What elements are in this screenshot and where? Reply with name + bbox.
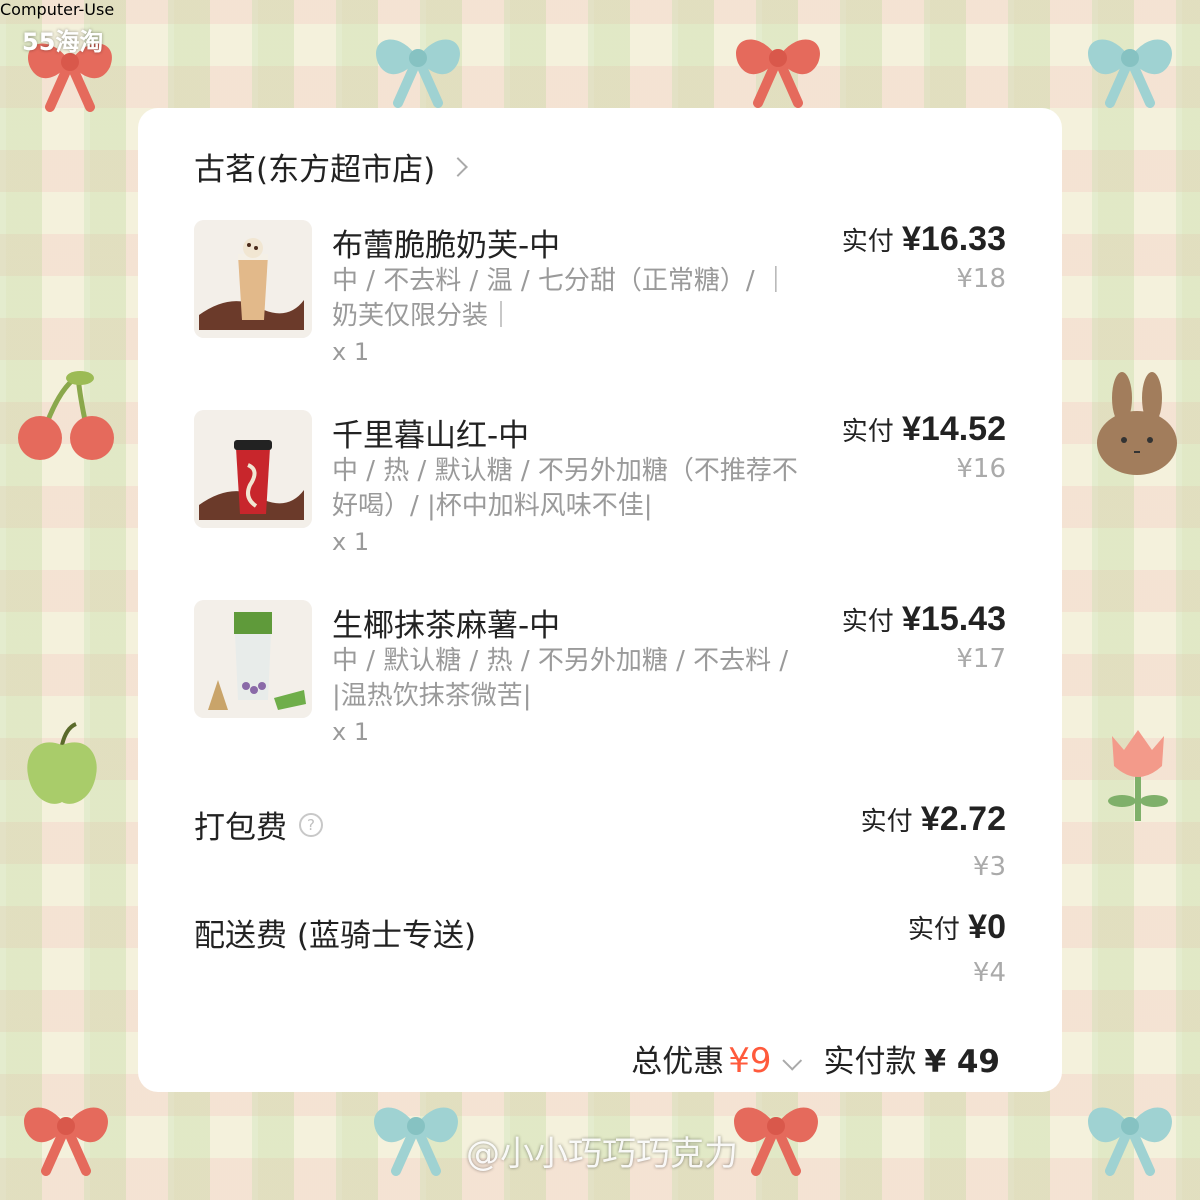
blue-bow-icon [376,39,460,108]
paid-amount: 实付 ¥2.72 [861,800,1006,839]
shop-header[interactable]: 古茗(东方超市店) [194,144,469,189]
site-watermark: 55海淘 [22,28,104,56]
order-item[interactable]: 千里暮山红-中 中 / 热 / 默认糖 / 不另外加糖（不推荐不好喝）/ |杯中… [194,410,1006,580]
discount-value: ¥9 [728,1041,772,1081]
product-name: 生椰抹茶麻薯-中 [332,608,561,644]
order-item[interactable]: 生椰抹茶麻薯-中 中 / 默认糖 / 热 / 不另外加糖 / 不去料 / |温热… [194,600,1006,770]
paid-amount: 实付 ¥15.43 [842,600,1006,639]
order-card: 古茗(东方超市店) 布蕾脆脆奶芙-中 中 / 不去料 / 温 / 七分甜（正常糖… [138,108,1062,1092]
shop-name: 古茗(东方超市店) [194,152,436,188]
order-total: 总优惠 ¥9 实付款 ¥ 49 [631,1036,1000,1081]
blue-bow-icon [1088,1107,1172,1176]
fee-label: 配送费 (蓝骑士专送) [194,918,477,954]
paid-label: 实付 [841,417,894,447]
original-price: ¥17 [956,644,1006,674]
original-price: ¥3 [972,852,1006,882]
pay-value: ¥ 49 [924,1044,1000,1080]
product-image [194,220,312,338]
red-bow-icon [24,1107,108,1176]
red-bow-icon [736,39,820,108]
paid-value: ¥14.52 [902,410,1006,448]
apple-icon [27,722,97,804]
paid-value: ¥15.43 [902,600,1006,638]
paid-value: ¥16.33 [902,220,1006,258]
discount-label: 总优惠 [631,1044,725,1080]
chevron-down-icon[interactable] [782,1050,803,1071]
paid-label: 实付 [907,915,960,945]
original-price: ¥16 [956,454,1006,484]
product-qty: x 1 [332,528,370,556]
help-icon[interactable]: ? [299,812,323,837]
paid-label: 实付 [860,807,913,837]
tulip-icon [1108,730,1168,821]
product-name: 千里暮山红-中 [332,418,530,454]
product-qty: x 1 [332,338,370,366]
product-spec: 中 / 默认糖 / 热 / 不另外加糖 / 不去料 / |温热饮抹茶微苦| [332,646,789,711]
cherry-icon [18,371,114,460]
order-item[interactable]: 布蕾脆脆奶芙-中 中 / 不去料 / 温 / 七分甜（正常糖）/ ｜奶芙仅限分装… [194,220,1006,390]
paid-amount: 实付 ¥0 [908,908,1006,947]
paid-value: ¥0 [968,908,1006,946]
product-qty: x 1 [332,718,370,746]
product-spec: 中 / 热 / 默认糖 / 不另外加糖（不推荐不好喝）/ |杯中加料风味不佳| [332,456,798,521]
product-image [194,410,312,528]
paid-value: ¥2.72 [920,800,1006,838]
product-image [194,600,312,718]
paid-label: 实付 [841,227,894,257]
product-name: 布蕾脆脆奶芙-中 [332,228,561,264]
red-bow-icon [734,1107,818,1176]
paid-amount: 实付 ¥16.33 [842,220,1006,259]
product-spec: 中 / 不去料 / 温 / 七分甜（正常糖）/ ｜奶芙仅限分装｜ [332,266,789,331]
author-credit: @小小巧巧巧克力 [466,1134,738,1174]
paid-label: 实付 [841,607,894,637]
blue-bow-icon [1088,39,1172,108]
chevron-right-icon [448,156,469,177]
fee-label: 打包费 [194,810,287,846]
original-price: ¥4 [972,958,1006,988]
delivery-fee-row: 配送费 (蓝骑士专送) 实付 ¥0 ¥4 [194,908,1006,1000]
packaging-fee-row: 打包费? 实付 ¥2.72 ¥3 [194,800,1006,892]
pay-label: 实付款 [823,1044,917,1080]
blue-bow-icon [374,1107,458,1176]
bunny-icon [1097,372,1177,475]
original-price: ¥18 [956,264,1006,294]
paid-amount: 实付 ¥14.52 [842,410,1006,449]
